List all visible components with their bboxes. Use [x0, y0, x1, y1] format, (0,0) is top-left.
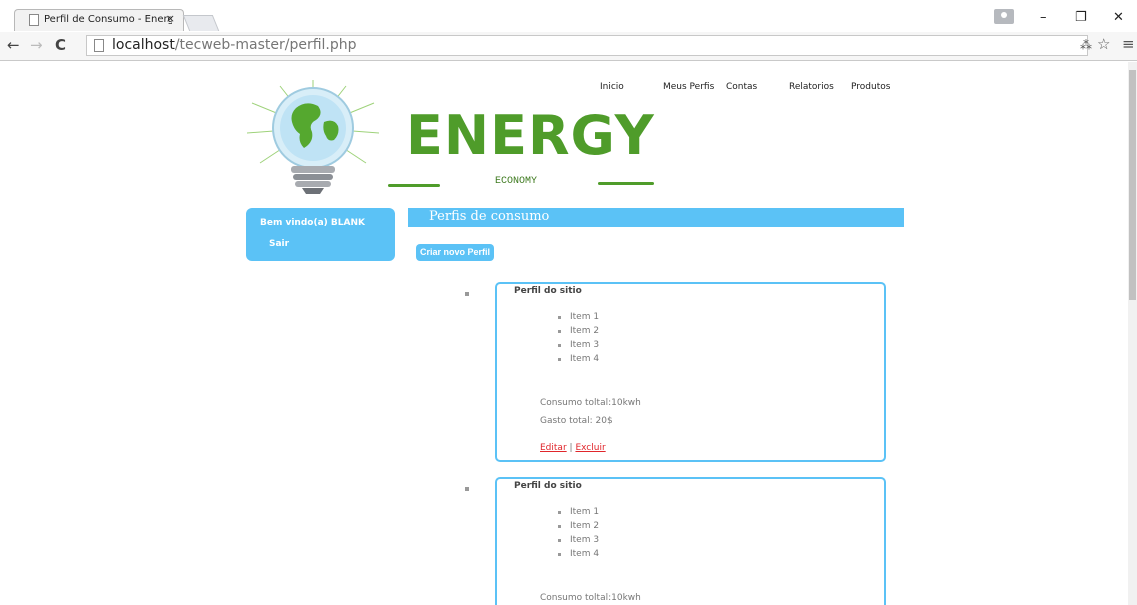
menu-produtos[interactable]: Produtos: [851, 82, 890, 92]
welcome-text: Bem vindo(a) BLANK: [260, 218, 365, 228]
tab-title: Perfil de Consumo - Energ: [44, 14, 172, 25]
menu-contas[interactable]: Contas: [726, 82, 757, 92]
profile-title: Perfil do sitio: [514, 286, 582, 296]
brand-name: ENERGY: [406, 104, 655, 167]
tab-strip: Perfil de Consumo - Energ × – ❐ ✕: [0, 0, 1137, 32]
list-item: Item 3: [558, 338, 599, 352]
swoosh-right: [598, 182, 654, 185]
logout-link[interactable]: Sair: [269, 239, 289, 249]
chrome-menu-icon[interactable]: ≡: [1122, 35, 1135, 53]
url-host: localhost: [112, 37, 175, 53]
reload-icon[interactable]: C: [55, 36, 66, 54]
restore-icon[interactable]: ❐: [1075, 10, 1087, 25]
back-icon[interactable]: ←: [7, 36, 20, 54]
list-item: Item 1: [558, 505, 599, 519]
menu-inicio[interactable]: Inicio: [600, 82, 624, 92]
url-path: /tecweb-master/perfil.php: [174, 37, 357, 53]
browser-tab[interactable]: Perfil de Consumo - Energ ×: [14, 9, 184, 31]
menu-meus-perfis[interactable]: Meus Perfis: [663, 82, 714, 92]
menu-relatorios[interactable]: Relatorios: [789, 82, 834, 92]
list-bullet: [465, 487, 469, 491]
section-header: Perfis de consumo: [408, 208, 904, 227]
forward-icon[interactable]: →: [30, 36, 43, 54]
translate-icon[interactable]: ⁂: [1080, 38, 1092, 52]
list-item: Item 2: [558, 519, 599, 533]
total-consumption: Consumo toltal:10kwh: [540, 593, 641, 603]
action-separator: |: [569, 443, 573, 453]
edit-link[interactable]: Editar: [540, 443, 567, 453]
profile-item-list: Item 1 Item 2 Item 3 Item 4: [558, 310, 599, 366]
total-cost: Gasto total: 20$: [540, 416, 613, 426]
page-icon: [29, 14, 39, 26]
user-profile-icon[interactable]: [994, 9, 1014, 24]
close-window-icon[interactable]: ✕: [1113, 10, 1124, 25]
scrollbar-thumb[interactable]: [1129, 70, 1136, 300]
page-scrollbar[interactable]: [1128, 62, 1137, 605]
tab-close-icon[interactable]: ×: [166, 12, 175, 25]
profile-item-list: Item 1 Item 2 Item 3 Item 4: [558, 505, 599, 561]
new-tab-button[interactable]: [182, 15, 220, 31]
section-title: Perfis de consumo: [429, 209, 550, 224]
profile-title: Perfil do sitio: [514, 481, 582, 491]
delete-link[interactable]: Excluir: [575, 443, 605, 453]
list-item: Item 1: [558, 310, 599, 324]
create-profile-button[interactable]: Criar novo Perfil: [416, 244, 495, 261]
user-sidebar: Bem vindo(a) BLANK Sair: [246, 208, 395, 261]
minimize-icon[interactable]: –: [1040, 10, 1047, 25]
profile-actions: Editar | Excluir: [540, 443, 606, 453]
page-info-icon[interactable]: [94, 39, 104, 52]
bookmark-star-icon[interactable]: ☆: [1097, 35, 1110, 53]
list-item: Item 2: [558, 324, 599, 338]
profile-card: Perfil do sitio Item 1 Item 2 Item 3 Ite…: [495, 282, 886, 462]
url-text: localhost/tecweb-master/perfil.php: [112, 37, 357, 53]
browser-toolbar: ← → C localhost/tecweb-master/perfil.php…: [0, 32, 1137, 61]
page-viewport: ENERGY ECONOMY Inicio Meus Perfis Contas…: [0, 62, 1137, 605]
list-item: Item 3: [558, 533, 599, 547]
list-bullet: [465, 292, 469, 296]
total-consumption: Consumo toltal:10kwh: [540, 398, 641, 408]
address-bar[interactable]: localhost/tecweb-master/perfil.php: [86, 35, 1088, 56]
lightbulb-globe-logo: [246, 80, 380, 194]
list-item: Item 4: [558, 352, 599, 366]
brand-tagline: ECONOMY: [495, 176, 538, 187]
swoosh-left: [388, 184, 440, 187]
list-item: Item 4: [558, 547, 599, 561]
profile-card: Perfil do sitio Item 1 Item 2 Item 3 Ite…: [495, 477, 886, 605]
